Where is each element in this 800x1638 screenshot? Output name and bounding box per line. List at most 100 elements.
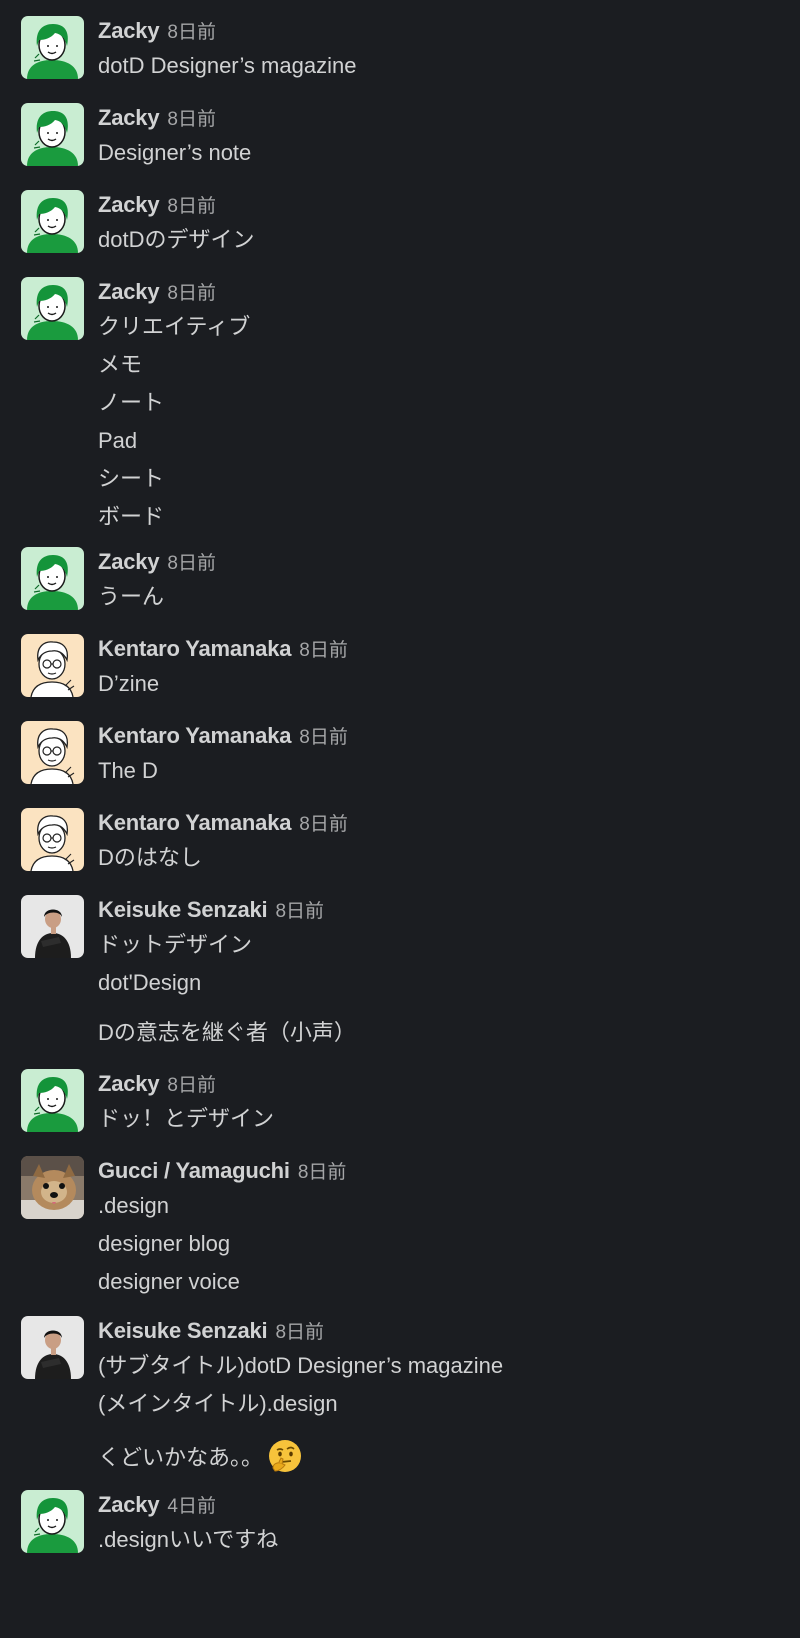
timestamp[interactable]: 8日前 <box>275 901 324 922</box>
timestamp[interactable]: 8日前 <box>167 1075 216 1096</box>
message-header: Zacky 8日前 <box>98 16 216 46</box>
message-text: dotDのデザイン <box>98 224 254 256</box>
message-text: The D <box>98 755 158 787</box>
message-text-content: うーん <box>98 584 165 609</box>
author-name[interactable]: Zacky <box>98 549 160 574</box>
message-text: ノート <box>98 387 164 419</box>
dog-avatar[interactable] <box>21 1156 84 1219</box>
timestamp[interactable]: 8日前 <box>167 283 216 304</box>
message-text: designer voice <box>98 1266 240 1298</box>
author-name[interactable]: Zacky <box>98 1492 160 1517</box>
message-text-content: The D <box>98 758 158 783</box>
message-text-content: クリエイティブ <box>98 314 251 339</box>
message-header: Kentaro Yamanaka 8日前 <box>98 808 348 838</box>
timestamp[interactable]: 8日前 <box>167 22 216 43</box>
author-name[interactable]: Zacky <box>98 279 160 304</box>
message-text: D’zine <box>98 668 159 700</box>
author-name[interactable]: Zacky <box>98 192 160 217</box>
kentaro-avatar[interactable] <box>21 721 84 784</box>
message-text-content: dot'Design <box>98 970 202 995</box>
message-header: Keisuke Senzaki 8日前 <box>98 1316 324 1346</box>
message-text-content: designer voice <box>98 1269 240 1294</box>
author-name[interactable]: Kentaro Yamanaka <box>98 723 291 748</box>
message-header: Zacky 8日前 <box>98 103 216 133</box>
author-name[interactable]: Keisuke Senzaki <box>98 897 268 922</box>
author-name[interactable]: Kentaro Yamanaka <box>98 810 291 835</box>
message-text-content: (サブタイトル)dotD Designer’s magazine <box>98 1353 504 1378</box>
timestamp[interactable]: 8日前 <box>299 814 348 835</box>
message-text-content: designer blog <box>98 1231 231 1256</box>
timestamp[interactable]: 8日前 <box>167 109 216 130</box>
message-header: Zacky 8日前 <box>98 1069 216 1099</box>
message-text-content: シート <box>98 466 165 491</box>
message-text-content: .designいいですね <box>98 1527 279 1552</box>
message-text: Pad <box>98 425 137 457</box>
message-text: designer blog <box>98 1228 230 1260</box>
zacky-avatar[interactable] <box>21 16 84 79</box>
zacky-avatar[interactable] <box>21 547 84 610</box>
message-text-content: dotD Designer’s magazine <box>98 53 357 78</box>
message-text-content: ノート <box>98 390 165 415</box>
message-text: クリエイティブ <box>98 311 250 343</box>
message-text: ドットデザイン <box>98 929 252 961</box>
kentaro-avatar[interactable] <box>21 634 84 697</box>
message-text-content: くどいかなあ。。 <box>98 1445 264 1470</box>
message-text: dotD Designer’s magazine <box>98 50 356 82</box>
message-text-content: D’zine <box>98 671 160 696</box>
author-name[interactable]: Zacky <box>98 18 160 43</box>
zacky-avatar[interactable] <box>21 190 84 253</box>
author-name[interactable]: Zacky <box>98 105 160 130</box>
message-text-content: ボード <box>98 504 165 529</box>
keisuke-avatar[interactable] <box>21 1316 84 1379</box>
author-name[interactable]: Kentaro Yamanaka <box>98 636 291 661</box>
message-text-content: Designer’s note <box>98 140 252 165</box>
message-text-content: .design <box>98 1193 169 1218</box>
author-name[interactable]: Gucci / Yamaguchi <box>98 1158 290 1183</box>
message-text: (メインタイトル).design <box>98 1388 338 1420</box>
author-name[interactable]: Zacky <box>98 1071 160 1096</box>
message-header: Kentaro Yamanaka 8日前 <box>98 721 348 751</box>
message-header: Zacky 8日前 <box>98 547 216 577</box>
message-text: くどいかなあ。。 <box>98 1438 303 1474</box>
message-text-content: dotDのデザイン <box>98 227 255 252</box>
zacky-avatar[interactable] <box>21 103 84 166</box>
message-text: .designいいですね <box>98 1524 278 1556</box>
message-text: ドッ！とデザイン <box>98 1103 274 1135</box>
kentaro-avatar[interactable] <box>21 808 84 871</box>
timestamp[interactable]: 8日前 <box>275 1322 324 1343</box>
message-header: Gucci / Yamaguchi 8日前 <box>98 1156 346 1186</box>
message-text-content: ドッ！とデザイン <box>98 1106 275 1131</box>
zacky-avatar[interactable] <box>21 1490 84 1553</box>
message-text: メモ <box>98 349 142 381</box>
message-text: ボード <box>98 501 164 533</box>
message-text-content: ドットデザイン <box>98 932 253 957</box>
message-header: Zacky 8日前 <box>98 190 216 220</box>
message-text: シート <box>98 463 164 495</box>
keisuke-avatar[interactable] <box>21 895 84 958</box>
message-text-content: Pad <box>98 428 138 453</box>
message-text-content: メモ <box>98 352 143 377</box>
message-text: Designer’s note <box>98 137 251 169</box>
author-name[interactable]: Keisuke Senzaki <box>98 1318 268 1343</box>
message-text: dot'Design <box>98 967 201 999</box>
timestamp[interactable]: 8日前 <box>167 196 216 217</box>
message-text-content: Dの意志を継ぐ者（小声） <box>98 1020 356 1045</box>
thinking-face-icon <box>267 1438 303 1474</box>
timestamp[interactable]: 8日前 <box>299 727 348 748</box>
message-text-content: (メインタイトル).design <box>98 1391 338 1416</box>
timestamp[interactable]: 4日前 <box>167 1496 216 1517</box>
message-header: Keisuke Senzaki 8日前 <box>98 895 324 925</box>
zacky-avatar[interactable] <box>21 1069 84 1132</box>
message-text: Dのはなし <box>98 842 202 874</box>
message-header: Zacky 4日前 <box>98 1490 216 1520</box>
timestamp[interactable]: 8日前 <box>167 553 216 574</box>
message-header: Zacky 8日前 <box>98 277 216 307</box>
message-text: .design <box>98 1190 169 1222</box>
message-text: うーん <box>98 581 164 613</box>
timestamp[interactable]: 8日前 <box>298 1162 347 1183</box>
message-text: (サブタイトル)dotD Designer’s magazine <box>98 1350 503 1382</box>
zacky-avatar[interactable] <box>21 277 84 340</box>
timestamp[interactable]: 8日前 <box>299 640 348 661</box>
message-feed: Zacky 8日前 dotD Designer’s magazine Zacky 8日… <box>0 0 800 1638</box>
message-text: Dの意志を継ぐ者（小声） <box>98 1017 356 1049</box>
